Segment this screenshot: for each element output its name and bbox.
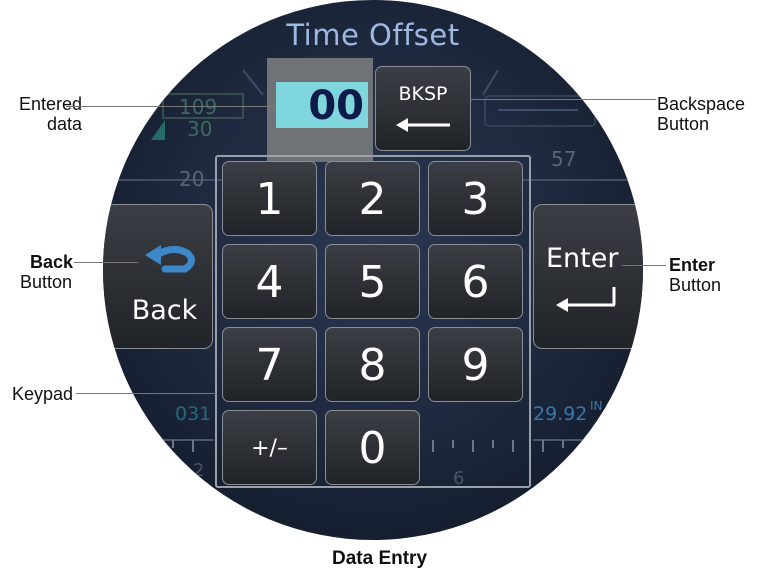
back-arrow-icon	[145, 245, 195, 273]
callout-entered-data: Entered data	[6, 94, 82, 134]
key-4[interactable]: 4	[222, 244, 317, 319]
bg-label-right-mid: 57	[551, 147, 576, 171]
bg-label-left-bottom: 031	[175, 403, 211, 425]
leader-entered-data	[66, 106, 276, 107]
key-plus-minus[interactable]: +/–	[222, 410, 317, 485]
callout-enter-line2: Button	[669, 275, 722, 295]
key-5[interactable]: 5	[325, 244, 420, 319]
callout-keypad: Keypad	[12, 384, 73, 404]
page-title: Time Offset	[286, 18, 460, 52]
enter-label: Enter	[546, 243, 619, 274]
key-0[interactable]: 0	[325, 410, 420, 485]
key-1[interactable]: 1	[222, 161, 317, 236]
callout-entered-line2: data	[46, 114, 82, 134]
callout-entered-line1: Entered	[18, 94, 82, 114]
callout-backspace: Backspace Button	[657, 94, 745, 134]
key-8[interactable]: 8	[325, 327, 420, 402]
key-2[interactable]: 2	[325, 161, 420, 236]
bg-label-left-low: 20	[179, 167, 204, 191]
bg-label-right-bottom: 29.92	[533, 403, 587, 425]
callout-backspace-line1: Backspace	[657, 94, 746, 114]
key-6[interactable]: 6	[428, 244, 523, 319]
bg-label-left-top: 109	[179, 95, 217, 119]
entered-data-field[interactable]: 00	[276, 82, 368, 129]
leader-keypad	[76, 393, 216, 394]
figure-caption: Data Entry	[331, 548, 428, 569]
callout-enter-bold: Enter	[669, 255, 716, 275]
left-arrow-icon	[396, 118, 450, 132]
bg-label-right-bottom-unit: IN	[590, 399, 603, 413]
callout-back-line2: Button	[19, 272, 72, 292]
callout-enter: Enter Button	[669, 255, 721, 295]
callout-back-bold: Back	[30, 252, 74, 272]
leader-backspace	[470, 99, 656, 100]
backspace-button[interactable]: BKSP	[375, 66, 471, 151]
backspace-label: BKSP	[398, 83, 448, 105]
key-9[interactable]: 9	[428, 327, 523, 402]
bg-label-left-mid: 30	[187, 117, 212, 141]
key-7[interactable]: 7	[222, 327, 317, 402]
callout-keypad-text: Keypad	[12, 384, 74, 404]
callout-back-rest: Button	[8, 272, 72, 292]
leader-enter	[622, 265, 666, 266]
key-3[interactable]: 3	[428, 161, 523, 236]
enter-button[interactable]: Enter	[533, 204, 643, 349]
figure: 109 30 20 57 031 2 29.92 IN 6 Time Offse…	[0, 0, 759, 577]
back-button[interactable]: Back	[103, 204, 213, 349]
back-label: Back	[131, 295, 198, 326]
enter-arrow-icon	[556, 287, 616, 312]
callout-back: Back	[30, 252, 74, 272]
leader-back	[74, 262, 138, 263]
bg-label-left-bottom2: 2	[193, 460, 204, 481]
callout-backspace-line2: Button	[657, 114, 710, 134]
